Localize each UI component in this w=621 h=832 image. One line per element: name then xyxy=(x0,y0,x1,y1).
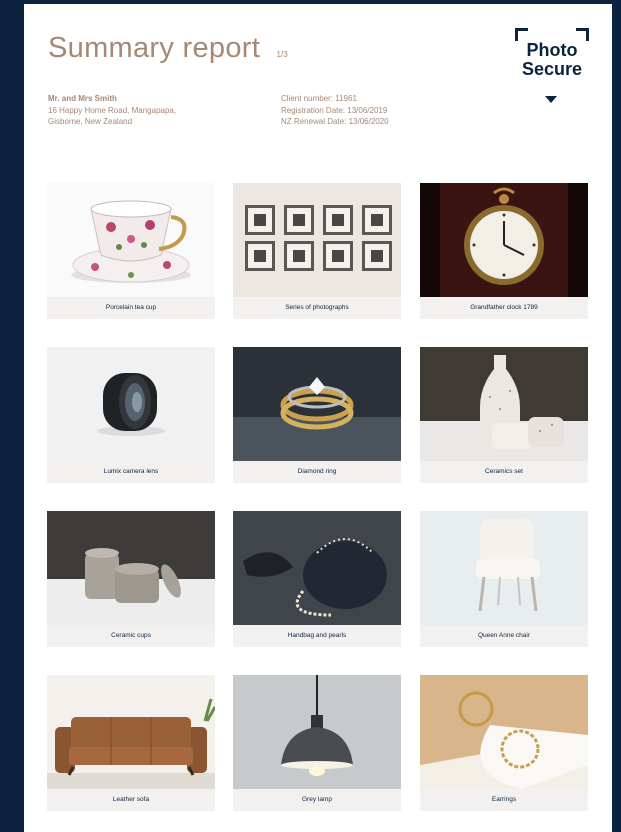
item-photo xyxy=(420,675,588,789)
page-indicator: 1/3 xyxy=(276,50,288,59)
item-card[interactable]: Series of photographs xyxy=(233,183,401,319)
item-card[interactable]: Handbag and pearls xyxy=(233,511,401,647)
item-photo xyxy=(233,347,401,461)
client-address: Mr. and Mrs Smith 16 Happy Home Road, Ma… xyxy=(48,93,176,128)
item-photo xyxy=(47,511,215,625)
item-caption: Porcelain tea cup xyxy=(47,297,215,319)
item-photo xyxy=(233,511,401,625)
logo-line-2: Secure xyxy=(521,59,583,79)
item-caption: Grandfather clock 1789 xyxy=(420,297,588,319)
logo-wordmark: Photo Secure xyxy=(515,41,589,79)
item-photo xyxy=(47,183,215,297)
item-photo xyxy=(233,675,401,789)
page-title: Summary report xyxy=(48,32,261,64)
item-caption: Earrings xyxy=(420,789,588,811)
item-card[interactable]: Grey lamp xyxy=(233,675,401,811)
item-caption: Handbag and pearls xyxy=(233,625,401,647)
item-card[interactable]: Diamond ring xyxy=(233,347,401,483)
address-line-2: Gisborne, New Zealand xyxy=(48,117,133,126)
item-photo xyxy=(47,347,215,461)
client-name: Mr. and Mrs Smith xyxy=(48,94,117,103)
item-caption: Lumix camera lens xyxy=(47,461,215,483)
renewal-date: NZ Renewal Date: 13/06/2020 xyxy=(281,117,389,126)
address-line-1: 16 Happy Home Road, Mangapapa, xyxy=(48,105,177,115)
item-caption: Series of photographs xyxy=(233,297,401,319)
item-card[interactable]: Ceramic cups xyxy=(47,511,215,647)
client-details: Client number: 11961 Registration Date: … xyxy=(281,93,389,128)
item-card[interactable]: Ceramics set xyxy=(420,347,588,483)
item-card[interactable]: Porcelain tea cup xyxy=(47,183,215,319)
client-number: Client number: 11961 xyxy=(281,94,357,103)
item-photo xyxy=(47,675,215,789)
item-photo xyxy=(420,183,588,297)
item-card[interactable]: Leather sofa xyxy=(47,675,215,811)
item-caption: Queen Anne chair xyxy=(420,625,588,647)
item-photo xyxy=(420,347,588,461)
item-photo xyxy=(420,511,588,625)
item-photo xyxy=(233,183,401,297)
item-card[interactable]: Queen Anne chair xyxy=(420,511,588,647)
report-page: Summary report 1/3 Photo Secure Mr. and … xyxy=(24,4,612,832)
registration-date: Registration Date: 13/06/2019 xyxy=(281,105,388,115)
item-caption: Diamond ring xyxy=(233,461,401,483)
item-caption: Ceramic cups xyxy=(47,625,215,647)
item-caption: Leather sofa xyxy=(47,789,215,811)
item-card[interactable]: Grandfather clock 1789 xyxy=(420,183,588,319)
logo-triangle-icon xyxy=(545,96,557,103)
item-card[interactable]: Earrings xyxy=(420,675,588,811)
item-caption: Ceramics set xyxy=(420,461,588,483)
item-caption: Grey lamp xyxy=(233,789,401,811)
logo-corner-top-right xyxy=(576,28,589,41)
logo-line-1: Photo xyxy=(526,40,578,60)
title-row: Summary report 1/3 xyxy=(48,32,288,65)
photo-secure-logo: Photo Secure xyxy=(515,28,589,106)
item-card[interactable]: Lumix camera lens xyxy=(47,347,215,483)
